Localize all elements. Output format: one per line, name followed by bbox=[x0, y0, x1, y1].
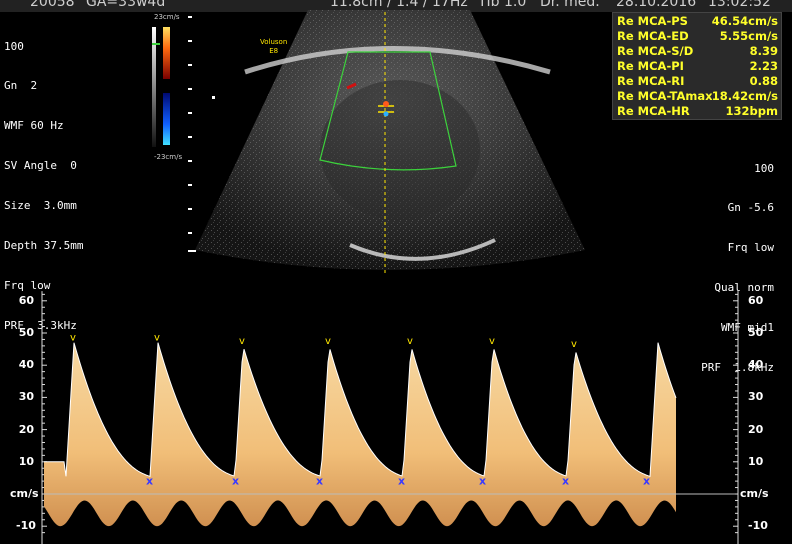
peak-systolic-marker: v bbox=[239, 336, 245, 347]
peak-systolic-marker: v bbox=[154, 333, 160, 344]
peak-systolic-marker: v bbox=[489, 336, 495, 347]
velocity-tick-label: 30 bbox=[18, 390, 34, 404]
velocity-tick-label: 10 bbox=[18, 454, 34, 468]
end-diastolic-marker: x bbox=[316, 474, 323, 487]
velocity-tick-label: 30 bbox=[748, 390, 764, 404]
velocity-tick-label: 40 bbox=[748, 358, 764, 372]
peak-systolic-marker: v bbox=[70, 333, 76, 344]
velocity-tick-label: 50 bbox=[748, 326, 764, 339]
velocity-tick-label: 60 bbox=[748, 293, 764, 307]
velocity-tick-label: 50 bbox=[18, 326, 34, 339]
velocity-tick-label: 10 bbox=[748, 454, 764, 468]
end-diastolic-marker: x bbox=[398, 474, 405, 487]
peak-systolic-marker: v bbox=[571, 339, 577, 350]
velocity-tick-label: 40 bbox=[18, 358, 34, 372]
velocity-tick-label: 60 bbox=[18, 293, 34, 307]
velocity-axis-right bbox=[733, 291, 739, 544]
end-diastolic-marker: x bbox=[479, 474, 486, 487]
velocity-tick-label: cm/s bbox=[10, 487, 39, 500]
doppler-spectrum: v v v v v v v x x x x x x x bbox=[41, 291, 739, 544]
peak-systolic-marker: v bbox=[407, 336, 413, 347]
end-diastolic-marker: x bbox=[146, 474, 153, 487]
velocity-tick-label: -10 bbox=[748, 519, 768, 533]
end-diastolic-marker: x bbox=[562, 474, 569, 487]
peak-systolic-marker: v bbox=[325, 336, 331, 347]
end-diastolic-marker: x bbox=[232, 474, 239, 487]
velocity-tick-label: 20 bbox=[748, 422, 764, 436]
velocity-tick-label: -10 bbox=[16, 519, 36, 533]
end-diastolic-marker: x bbox=[643, 474, 650, 487]
velocity-tick-label: 20 bbox=[18, 422, 34, 436]
velocity-tick-label: cm/s bbox=[740, 487, 769, 500]
spectrum-waveform bbox=[44, 342, 677, 527]
